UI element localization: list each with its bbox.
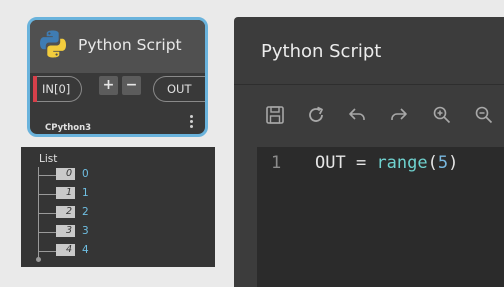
add-input-button[interactable]: + [99, 76, 118, 95]
python-logo-icon [40, 30, 66, 58]
code-number: 5 [437, 153, 449, 173]
list-value: 3 [82, 225, 89, 237]
node-menu-icon[interactable] [190, 115, 194, 131]
remove-input-button[interactable]: − [122, 76, 141, 95]
code-editor[interactable]: 1 OUT = range(5) [257, 147, 504, 287]
python-script-node[interactable]: Python Script IN[0] + − OUT CPython3 [27, 17, 208, 137]
script-editor-window: Python Script 1 OUT = range(5) [234, 17, 504, 287]
list-title: List [39, 153, 58, 165]
code-operator: = [345, 153, 377, 173]
code-paren-close: ) [448, 153, 459, 173]
list-value: 1 [82, 187, 89, 199]
list-index: 4 [56, 244, 75, 256]
input-port-marker [33, 76, 37, 102]
list-index: 3 [56, 225, 75, 237]
input-port-in0[interactable]: IN[0] [33, 76, 82, 102]
list-value: 4 [82, 244, 89, 256]
code-function: range [376, 153, 428, 173]
list-value: 2 [82, 206, 89, 218]
list-index: 2 [56, 206, 75, 218]
engine-label: CPython3 [45, 123, 92, 133]
list-value: 0 [82, 168, 89, 180]
editor-toolbar [234, 85, 504, 141]
zoom-out-icon[interactable] [474, 105, 494, 125]
run-icon[interactable] [306, 105, 326, 125]
code-variable: OUT [315, 153, 346, 173]
list-index: 0 [56, 168, 75, 180]
list-index: 1 [56, 187, 75, 199]
code-line[interactable]: OUT = range(5) [315, 153, 458, 173]
line-number: 1 [271, 153, 282, 173]
tree-end-dot [36, 257, 41, 262]
redo-icon[interactable] [389, 105, 409, 125]
output-preview: List 0 0 1 1 2 2 3 3 4 4 [21, 147, 215, 267]
node-title: Python Script [78, 36, 182, 54]
undo-icon[interactable] [347, 105, 367, 125]
output-port-out[interactable]: OUT [153, 76, 205, 102]
zoom-in-icon[interactable] [432, 105, 452, 125]
node-header[interactable]: Python Script [30, 20, 205, 73]
code-paren-open: ( [427, 153, 438, 173]
save-icon[interactable] [265, 105, 285, 125]
editor-title: Python Script [261, 41, 382, 62]
